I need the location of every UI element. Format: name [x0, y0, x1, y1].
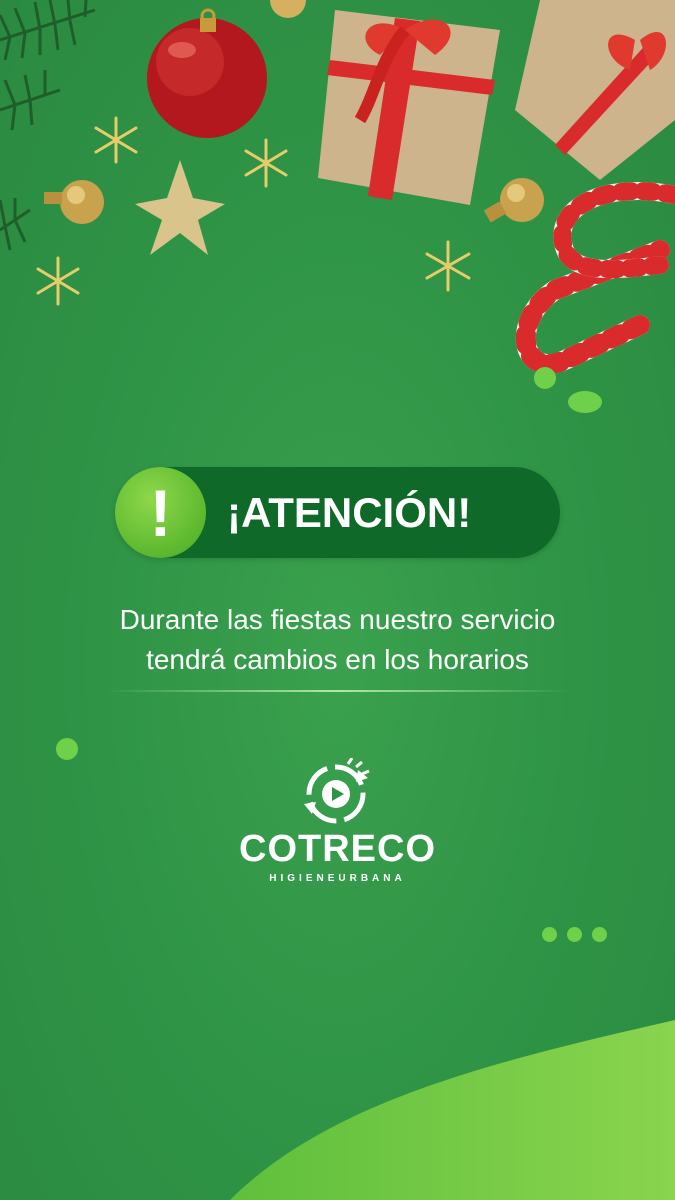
green-dot	[568, 391, 602, 413]
pagination-dot	[592, 927, 607, 942]
gold-ornament-icon	[44, 180, 104, 224]
green-dot	[56, 738, 78, 760]
gift-box-icon	[318, 10, 500, 205]
alert-title: ¡ATENCIÓN!	[227, 489, 472, 536]
alert-banner: ! ¡ATENCIÓN!	[115, 467, 560, 558]
pagination-dot	[542, 927, 557, 942]
star-icon	[135, 160, 225, 255]
gold-ornament-icon	[270, 0, 306, 18]
brand-name: COTRECO	[239, 828, 436, 870]
announcement-message: Durante las fiestas nuestro servicio ten…	[40, 600, 635, 680]
message-line-2: tendrá cambios en los horarios	[146, 644, 529, 675]
exclamation-mark: !	[149, 475, 172, 550]
bottom-wave	[230, 1020, 675, 1200]
pagination-dot	[567, 927, 582, 942]
snowflake-icon	[36, 256, 80, 306]
snowflake-icon	[425, 240, 471, 292]
red-ornament-icon	[147, 8, 267, 138]
brand-tagline: HIGIENEURBANA	[269, 873, 406, 884]
exclamation-icon: !	[115, 467, 206, 558]
divider	[105, 690, 570, 692]
message-line-1: Durante las fiestas nuestro servicio	[119, 604, 556, 635]
candy-cane-icon	[515, 182, 675, 374]
gift-box-icon	[515, 0, 675, 180]
christmas-decorations	[0, 0, 675, 413]
snowflake-icon	[94, 116, 138, 164]
recycle-globe-icon	[304, 758, 370, 824]
green-dot	[534, 367, 556, 389]
gold-ornament-icon	[483, 178, 544, 223]
snowflake-icon	[244, 138, 288, 188]
